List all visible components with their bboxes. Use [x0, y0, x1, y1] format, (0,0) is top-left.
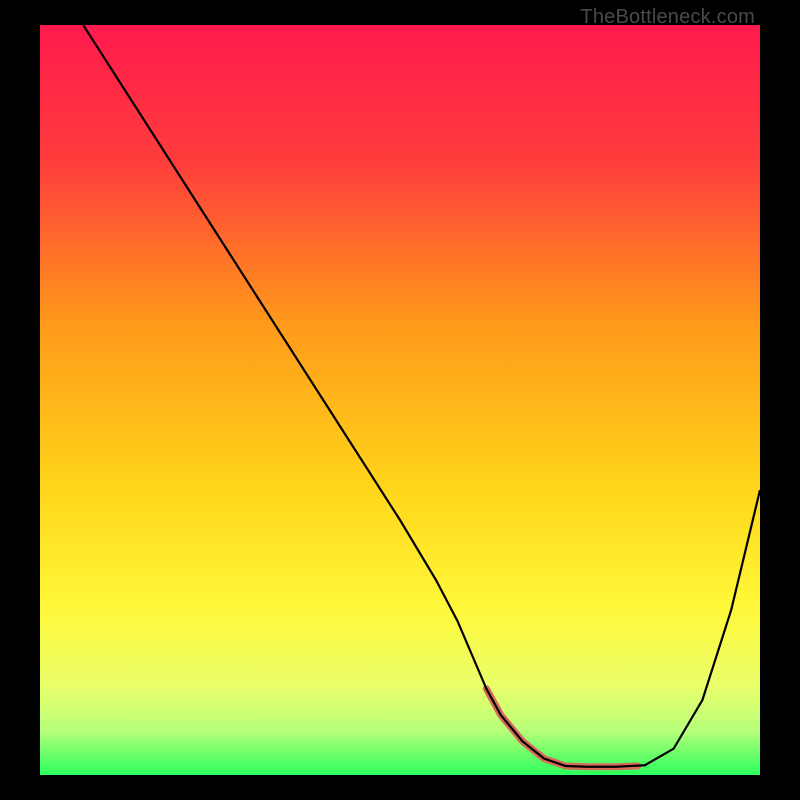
chart-area [40, 25, 760, 775]
gradient-background [40, 25, 760, 775]
bottleneck-plot [40, 25, 760, 775]
